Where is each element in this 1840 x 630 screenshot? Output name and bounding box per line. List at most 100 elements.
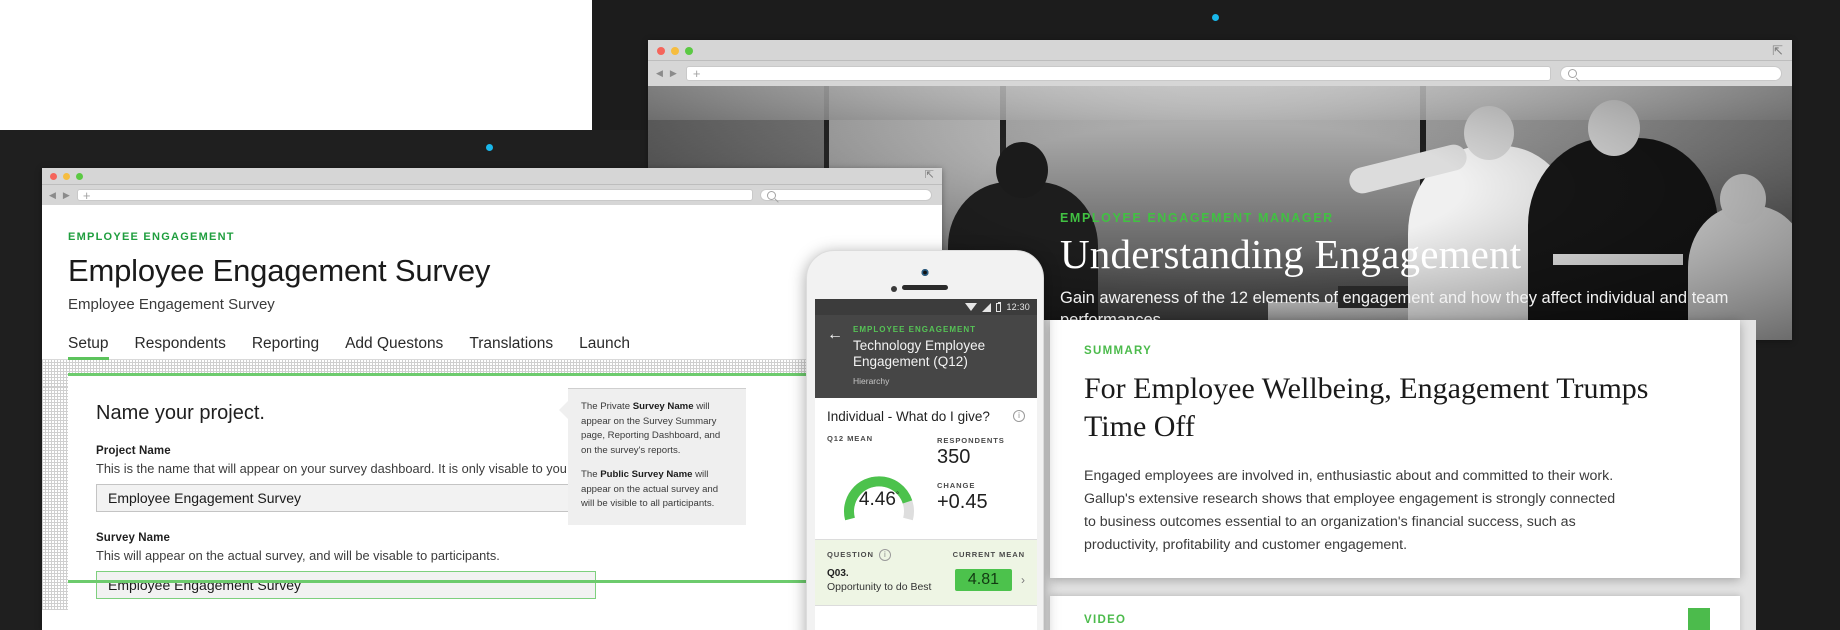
screenshot-stage: ⇱ ◀ ▶ + EMPLOYEE ENGAGEMENT MANAGER Unde… (0, 0, 1840, 630)
row-question-text: Opportunity to do Best (827, 580, 932, 593)
summary-card: SUMMARY For Employee Wellbeing, Engageme… (1050, 320, 1740, 578)
expand-icon[interactable]: ⇱ (1772, 44, 1783, 57)
status-badge: 4.81 (954, 569, 1012, 592)
top-browser-url-input[interactable]: + (685, 66, 1551, 81)
hotspot-dot-left[interactable] (486, 144, 493, 151)
help-p2-part-a: The (581, 469, 601, 481)
new-tab-icon[interactable]: + (693, 67, 701, 80)
close-window-button[interactable] (657, 47, 665, 55)
help-paragraph-2: The Public Survey Name will appear on th… (581, 468, 733, 512)
summary-eyebrow: SUMMARY (1084, 345, 1153, 357)
phone-subtitle: Hierarchy (853, 375, 890, 386)
row-question-code: Q03. (827, 567, 849, 579)
row-question-cell: Q03. Opportunity to do Best (827, 568, 931, 593)
phone-screen: 12:30 ← EMPLOYEE ENGAGEMENT Technology E… (815, 299, 1037, 630)
stats-column: RESPONDENTS 350 CHANGE +0.45 (937, 434, 1025, 527)
phone-title: Technology Employee Engagement (Q12) (853, 338, 986, 370)
signal-icon (982, 302, 992, 312)
app-browser-nav-buttons: ◀ ▶ (49, 190, 70, 200)
help-p1-part-b: Survey Name (632, 401, 694, 412)
summary-title: For Employee Wellbeing, Engagement Trump… (1084, 372, 1649, 444)
top-browser-traffic-lights (657, 47, 693, 55)
gauge-column: Q12 MEAN 4.46° (827, 434, 931, 527)
summary-body: Engaged employees are involved in, enthu… (1084, 467, 1616, 553)
q12-mean-gauge: 4.46° (836, 449, 922, 527)
forward-arrow-icon[interactable]: ▶ (670, 69, 677, 78)
phone-sensor-icon (891, 286, 897, 292)
battery-icon (996, 301, 1002, 312)
search-icon (767, 190, 776, 200)
top-browser-toolbar: ◀ ▶ + (648, 61, 1792, 86)
summary-card-inner: SUMMARY For Employee Wellbeing, Engageme… (1050, 320, 1740, 557)
respondents-value: 350 (937, 445, 971, 468)
tab-respondents[interactable]: Respondents (135, 335, 226, 360)
phone-speaker-icon (902, 285, 948, 290)
phone-divider-2 (815, 604, 1037, 606)
phone-mockup: 12:30 ← EMPLOYEE ENGAGEMENT Technology E… (806, 250, 1044, 630)
expand-icon[interactable]: ⇱ (925, 170, 934, 181)
survey-name-input[interactable]: Employee Engagement Survey (96, 571, 596, 599)
zoom-window-button[interactable] (685, 47, 693, 55)
info-icon[interactable]: i (1013, 410, 1025, 423)
minimize-window-button[interactable] (63, 173, 70, 180)
gauge-label: Q12 MEAN (827, 433, 874, 443)
back-arrow-icon[interactable]: ← (827, 327, 843, 386)
change-value: +0.45 (937, 490, 988, 513)
back-arrow-icon[interactable]: ◀ (656, 69, 663, 78)
gauge-svg (844, 476, 914, 521)
tab-launch[interactable]: Launch (579, 335, 630, 360)
info-icon[interactable]: i (878, 548, 891, 561)
white-backdrop-top-left (0, 0, 592, 127)
current-mean-column-label: CURRENT MEAN (952, 550, 1025, 560)
gauge-superscript: ° (895, 490, 900, 500)
top-browser-search-input[interactable] (1560, 66, 1782, 81)
video-thumbnail-swatch[interactable] (1688, 608, 1710, 630)
minimize-window-button[interactable] (671, 47, 679, 55)
app-eyebrow: EMPLOYEE ENGAGEMENT (68, 231, 235, 243)
gauge-value: 4.46 (858, 488, 896, 510)
phone-table-header: QUESTION i CURRENT MEAN (815, 539, 1037, 561)
new-tab-icon[interactable]: + (83, 189, 91, 202)
tab-reporting[interactable]: Reporting (252, 335, 319, 360)
hero-title: Understanding Engagement (1060, 230, 1522, 277)
close-window-button[interactable] (50, 173, 57, 180)
change-label: CHANGE (937, 480, 976, 490)
tab-translations[interactable]: Translations (469, 335, 553, 360)
tab-setup[interactable]: Setup (68, 335, 109, 360)
app-browser-toolbar: ◀ ▶ + (42, 185, 942, 205)
gauge-value-wrap: 4.46° (836, 489, 922, 511)
app-browser-url-input[interactable]: + (76, 189, 753, 202)
top-browser-titlebar: ⇱ (648, 40, 1792, 61)
phone-metrics: Q12 MEAN 4.46° RESPONDENTS 350 CHANGE +0… (827, 434, 1025, 527)
tab-add-questons[interactable]: Add Questons (345, 335, 443, 360)
project-name-input[interactable]: Employee Engagement Survey (96, 484, 596, 512)
row-mean-cell: 4.81 › (954, 569, 1025, 592)
question-column-header: QUESTION i (827, 548, 891, 561)
help-p2-part-b: Public Survey Name (600, 469, 693, 481)
help-paragraph-1: The Private Survey Name will appear on t… (581, 400, 733, 458)
zoom-window-button[interactable] (76, 173, 83, 180)
search-icon (1568, 69, 1577, 78)
question-column-label: QUESTION (827, 550, 874, 560)
app-browser-titlebar: ⇱ (42, 168, 942, 185)
hotspot-dot-top[interactable] (1212, 14, 1219, 21)
wifi-icon (965, 303, 978, 311)
back-arrow-icon[interactable]: ◀ (49, 190, 56, 200)
app-browser-traffic-lights (50, 173, 83, 180)
survey-name-help-tooltip: The Private Survey Name will appear on t… (559, 388, 746, 526)
hero-text-block: EMPLOYEE ENGAGEMENT MANAGER Understandin… (1060, 211, 1780, 332)
help-p1-part-a: The Private (581, 401, 633, 412)
hero-eyebrow: EMPLOYEE ENGAGEMENT MANAGER (1060, 210, 1334, 225)
table-row[interactable]: Q03. Opportunity to do Best 4.81 › (815, 560, 1037, 605)
hatch-pattern-left (42, 360, 68, 610)
forward-arrow-icon[interactable]: ▶ (63, 190, 70, 200)
top-browser-nav-buttons: ◀ ▶ (656, 69, 677, 78)
respondents-label: RESPONDENTS (937, 435, 1005, 445)
phone-header: ← EMPLOYEE ENGAGEMENT Technology Employe… (815, 315, 1037, 398)
phone-question-row: Individual - What do I give? i (827, 409, 1025, 424)
app-browser-search-input[interactable] (760, 189, 932, 201)
chevron-right-icon[interactable]: › (1021, 573, 1025, 587)
phone-header-text: EMPLOYEE ENGAGEMENT Technology Employee … (853, 325, 1025, 386)
phone-eyebrow: EMPLOYEE ENGAGEMENT (853, 325, 977, 334)
phone-question-text: Individual - What do I give? (827, 408, 990, 424)
